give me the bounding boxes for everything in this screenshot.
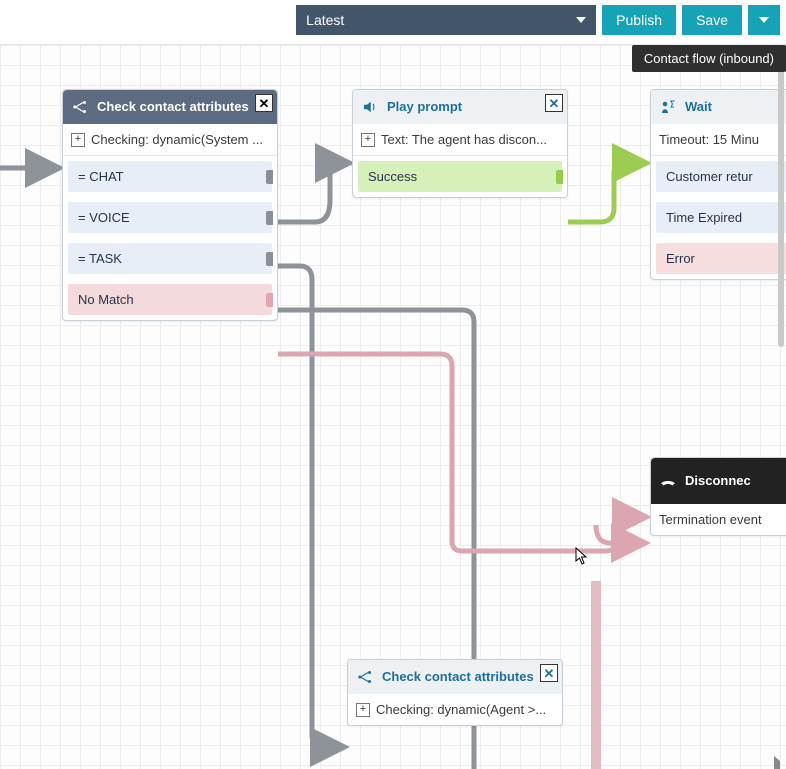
node-summary[interactable]: Termination event (651, 504, 786, 535)
version-label: Latest (306, 12, 344, 28)
node-wait[interactable]: Wait Timeout: 15 Minu Customer retur Tim… (650, 89, 786, 280)
node-title: Check contact attributes (97, 100, 269, 115)
wait-icon (659, 98, 677, 116)
scroll-right-button[interactable] (774, 761, 780, 767)
node-branches: Success (353, 156, 567, 197)
node-summary[interactable]: + Text: The agent has discon... (353, 124, 567, 156)
branch-voice[interactable]: = VOICE (68, 202, 272, 233)
flow-type-badge: Contact flow (inbound) (632, 45, 786, 72)
connector-stub[interactable] (266, 211, 273, 225)
node-header[interactable]: Check contact attributes ✕ (63, 90, 277, 124)
flow-canvas[interactable]: Contact flow (inbound) (0, 44, 786, 769)
save-dropdown-button[interactable] (748, 5, 780, 35)
save-button[interactable]: Save (682, 5, 742, 35)
branch-task[interactable]: = TASK (68, 243, 272, 274)
node-check-contact-attributes-2[interactable]: Check contact attributes ✕ + Checking: d… (347, 659, 563, 726)
node-branches: = CHAT = VOICE = TASK No Match (63, 156, 277, 320)
close-icon[interactable]: ✕ (545, 94, 563, 112)
node-header[interactable]: Wait (651, 90, 786, 124)
node-summary[interactable]: + Checking: dynamic(Agent >... (348, 694, 562, 725)
expand-icon[interactable]: + (361, 133, 375, 147)
summary-text: Checking: dynamic(System ... (91, 132, 263, 147)
branch-chat[interactable]: = CHAT (68, 161, 272, 192)
connector-stub[interactable] (266, 252, 273, 266)
node-title: Disconnec (685, 474, 786, 489)
speaker-icon (361, 98, 379, 116)
branch-icon (71, 98, 89, 116)
node-disconnect[interactable]: Disconnec Termination event (650, 457, 786, 536)
node-summary[interactable]: Timeout: 15 Minu (651, 124, 786, 156)
chevron-down-icon (759, 17, 769, 23)
expand-icon[interactable]: + (71, 133, 85, 147)
branch-customer-return[interactable]: Customer retur (656, 161, 786, 192)
branch-time-expired[interactable]: Time Expired (656, 202, 786, 233)
expand-icon[interactable]: + (356, 703, 370, 717)
summary-text: Timeout: 15 Minu (659, 132, 759, 147)
chevron-right-icon (774, 756, 780, 769)
branch-no-match[interactable]: No Match (68, 284, 272, 315)
branch-icon (356, 668, 374, 686)
node-summary[interactable]: + Checking: dynamic(System ... (63, 124, 277, 156)
node-header[interactable]: Disconnec (651, 458, 786, 504)
node-play-prompt[interactable]: Play prompt ✕ + Text: The agent has disc… (352, 89, 568, 198)
node-title: Wait (685, 100, 786, 115)
top-toolbar: Latest Publish Save (0, 0, 786, 40)
node-title: Check contact attributes (382, 670, 554, 685)
node-check-contact-attributes[interactable]: Check contact attributes ✕ + Checking: d… (62, 89, 278, 321)
summary-text: Checking: dynamic(Agent >... (376, 702, 546, 717)
mouse-cursor (575, 547, 589, 570)
branch-success[interactable]: Success (358, 161, 562, 192)
chevron-down-icon (576, 17, 586, 23)
connector-stub[interactable] (266, 293, 273, 307)
connector-stub[interactable] (266, 170, 273, 184)
branch-error[interactable]: Error (656, 243, 786, 274)
vertical-scrollbar[interactable] (778, 67, 784, 347)
version-selector[interactable]: Latest (296, 5, 596, 35)
summary-text: Termination event (659, 512, 762, 527)
close-icon[interactable]: ✕ (540, 664, 558, 682)
connector-stub[interactable] (556, 170, 563, 184)
node-title: Play prompt (387, 100, 559, 115)
publish-button[interactable]: Publish (602, 5, 676, 35)
close-icon[interactable]: ✕ (255, 94, 273, 112)
summary-text: Text: The agent has discon... (381, 132, 547, 147)
node-header[interactable]: Play prompt ✕ (353, 90, 567, 124)
node-header[interactable]: Check contact attributes ✕ (348, 660, 562, 694)
hangup-icon (659, 472, 677, 490)
node-branches: Customer retur Time Expired Error (651, 156, 786, 279)
